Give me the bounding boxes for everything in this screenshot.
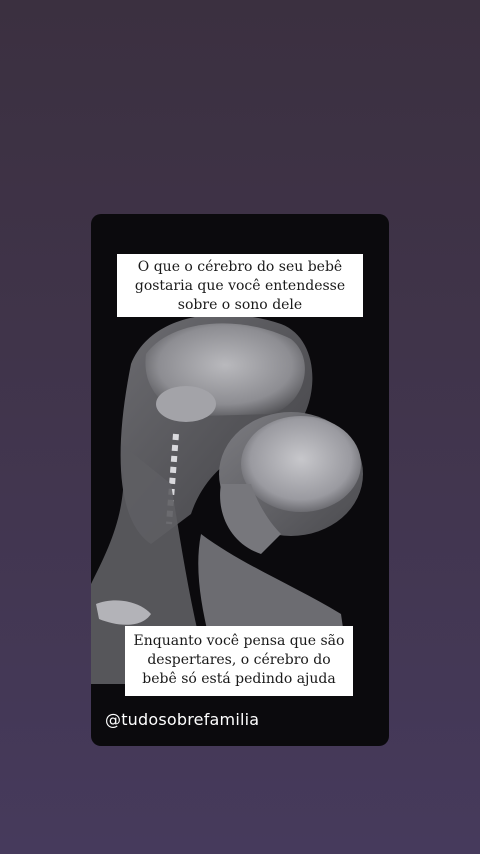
caption-top: O que o cérebro do seu bebê gostaria que…: [117, 254, 363, 317]
story-card[interactable]: O que o cérebro do seu bebê gostaria que…: [91, 214, 389, 746]
caption-bottom: Enquanto você pensa que são despertares,…: [125, 626, 353, 696]
mri-image: [91, 284, 389, 684]
account-handle[interactable]: @tudosobrefamilia: [105, 710, 259, 729]
